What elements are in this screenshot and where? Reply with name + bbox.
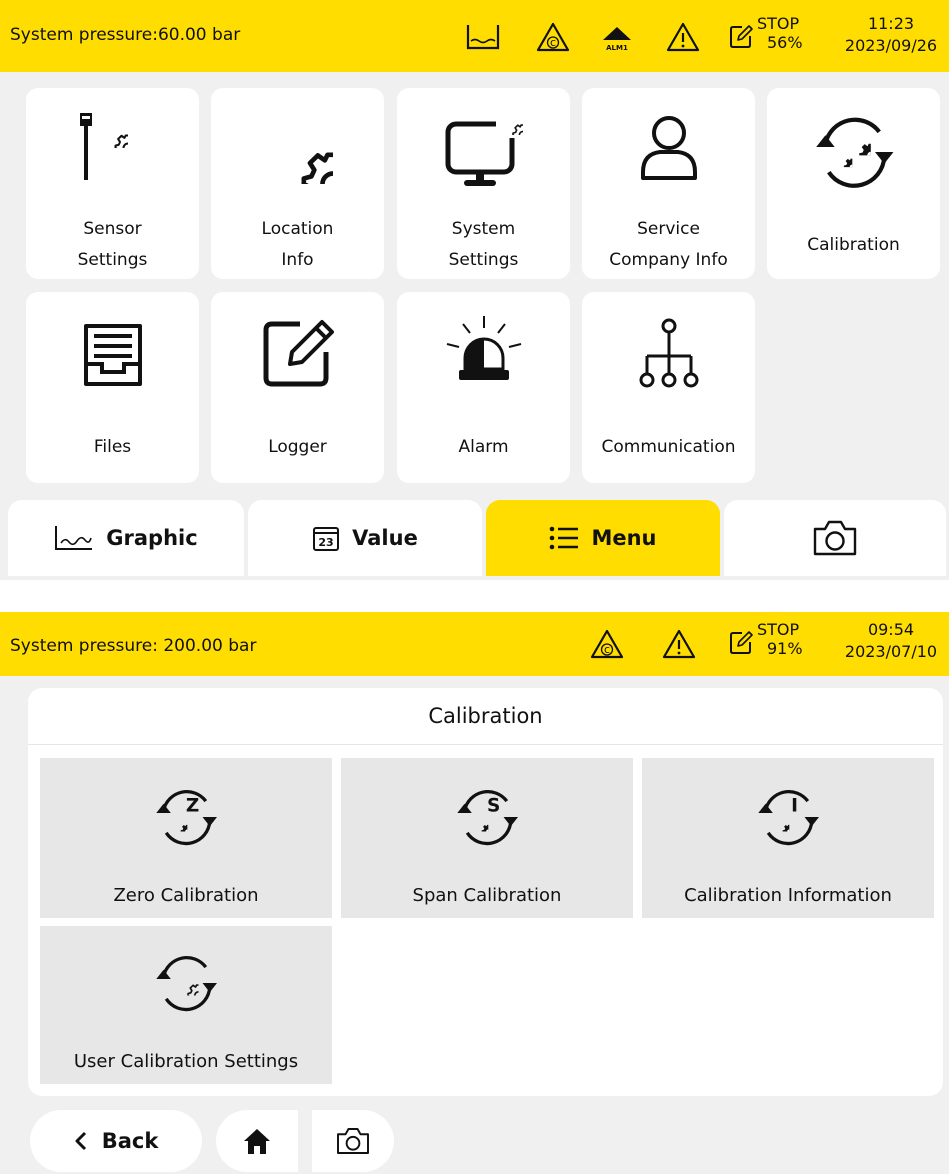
status-bar: System pressure:60.00 bar c ALM1 STOP 56… — [0, 0, 949, 72]
tile-zero-calibration-label: Zero Calibration — [113, 885, 259, 906]
clock-date: 2023/09/26 — [844, 36, 938, 55]
logger-percent: 56% — [767, 33, 803, 52]
calibration-screen: System pressure: 200.00 bar c STOP 91% 0… — [0, 612, 949, 1174]
clock: 09:54 2023/07/10 — [836, 619, 946, 663]
tab-screenshot[interactable] — [724, 500, 946, 576]
logger-stop-label: STOP — [757, 14, 800, 33]
alarm-beacon-icon — [397, 314, 570, 384]
tile-calibration-label: Calibration — [807, 235, 900, 255]
tile-alarm-label: Alarm — [458, 437, 509, 457]
tile-files-label: Files — [93, 437, 132, 457]
logger-stop-label: STOP — [757, 620, 800, 639]
chevron-left-icon — [74, 1131, 88, 1151]
tile-communication-label: Communication — [601, 437, 736, 457]
tile-calibration-information[interactable]: I Calibration Information — [642, 758, 934, 918]
tile-location-info-label: Location Info — [261, 219, 334, 270]
calendar-value-icon: 23 — [312, 524, 340, 552]
tile-system-settings[interactable]: System Settings — [397, 88, 570, 279]
maintenance-warning-icon[interactable]: c — [590, 629, 624, 659]
system-pressure: System pressure:60.00 bar — [10, 25, 241, 45]
warning-icon[interactable] — [666, 22, 700, 52]
calibration-icon — [767, 110, 940, 194]
tile-communication[interactable]: Communication — [582, 292, 755, 483]
tile-user-calibration-settings[interactable]: User Calibration Settings — [40, 926, 332, 1084]
camera-icon — [335, 1126, 371, 1156]
tile-zero-calibration[interactable]: Z Zero Calibration — [40, 758, 332, 918]
settings-gear-icon — [211, 114, 384, 184]
page-title: Calibration — [28, 688, 943, 745]
svg-text:S: S — [487, 796, 500, 817]
tile-calibration[interactable]: Calibration — [767, 88, 940, 279]
tile-calibration-information-label: Calibration Information — [684, 885, 892, 906]
clock-time: 11:23 — [867, 14, 915, 33]
logger-state: STOP 91% — [757, 620, 803, 658]
back-button[interactable]: Back — [30, 1110, 202, 1172]
list-menu-icon — [549, 526, 579, 550]
span-calibration-icon: S — [341, 784, 633, 850]
tab-graphic[interactable]: Graphic — [8, 500, 244, 576]
calibration-panel: Calibration Z Zero Calibration S Span Ca… — [28, 688, 943, 1096]
tile-service-company-info[interactable]: Service Company Info — [582, 88, 755, 279]
status-bar: System pressure: 200.00 bar c STOP 91% 0… — [0, 612, 949, 676]
svg-text:Z: Z — [186, 796, 199, 817]
tile-files[interactable]: Files — [26, 292, 199, 483]
tile-service-company-info-label: Service Company Info — [609, 219, 728, 270]
clock-date: 2023/07/10 — [844, 642, 938, 661]
logger-edit-icon — [211, 314, 384, 390]
zero-calibration-icon: Z — [40, 784, 332, 850]
home-icon — [242, 1126, 272, 1156]
clock-time: 09:54 — [867, 620, 915, 639]
svg-text:ALM1: ALM1 — [606, 44, 628, 52]
tile-location-info[interactable]: Location Info — [211, 88, 384, 279]
person-icon — [582, 112, 755, 182]
bottom-tab-bar: Graphic 23 Value Menu — [0, 500, 949, 578]
tile-system-settings-label: System Settings — [448, 219, 519, 270]
logger-state: STOP 56% — [757, 14, 803, 52]
warning-icon[interactable] — [662, 629, 696, 659]
tile-alarm[interactable]: Alarm — [397, 292, 570, 483]
svg-text:I: I — [791, 796, 798, 817]
tile-span-calibration-label: Span Calibration — [412, 885, 562, 906]
maintenance-warning-icon[interactable]: c — [536, 22, 570, 52]
home-button[interactable] — [216, 1110, 298, 1172]
tab-graphic-label: Graphic — [106, 526, 198, 550]
alarm-one-icon[interactable]: ALM1 — [600, 24, 634, 52]
back-button-label: Back — [101, 1129, 159, 1153]
tile-span-calibration[interactable]: S Span Calibration — [341, 758, 633, 918]
line-chart-icon — [54, 525, 94, 551]
svg-text:23: 23 — [319, 536, 334, 549]
tab-menu[interactable]: Menu — [486, 500, 720, 576]
clock: 11:23 2023/09/26 — [836, 13, 946, 57]
user-calibration-settings-icon — [40, 950, 332, 1016]
system-pressure: System pressure: 200.00 bar — [10, 636, 257, 656]
tile-user-calibration-settings-label: User Calibration Settings — [73, 1051, 299, 1072]
camera-icon — [811, 519, 859, 557]
tab-value-label: Value — [352, 526, 418, 550]
file-tray-icon — [26, 322, 199, 388]
tile-logger[interactable]: Logger — [211, 292, 384, 483]
tile-sensor-settings-label: Sensor Settings — [77, 219, 148, 270]
calibration-information-icon: I — [642, 784, 934, 850]
screenshot-button[interactable] — [312, 1110, 394, 1172]
logger-percent: 91% — [767, 639, 803, 658]
tile-sensor-settings[interactable]: Sensor Settings — [26, 88, 199, 279]
tab-value[interactable]: 23 Value — [248, 500, 482, 576]
logger-status-icon[interactable] — [728, 630, 754, 656]
sensor-settings-icon — [26, 112, 199, 182]
network-hierarchy-icon — [582, 316, 755, 392]
tank-level-icon[interactable] — [466, 24, 500, 50]
logger-status-icon[interactable] — [728, 24, 754, 50]
main-menu-screen: System pressure:60.00 bar c ALM1 STOP 56… — [0, 0, 949, 580]
tab-menu-label: Menu — [591, 526, 657, 550]
tile-logger-label: Logger — [268, 437, 327, 457]
monitor-gear-icon — [397, 106, 570, 186]
